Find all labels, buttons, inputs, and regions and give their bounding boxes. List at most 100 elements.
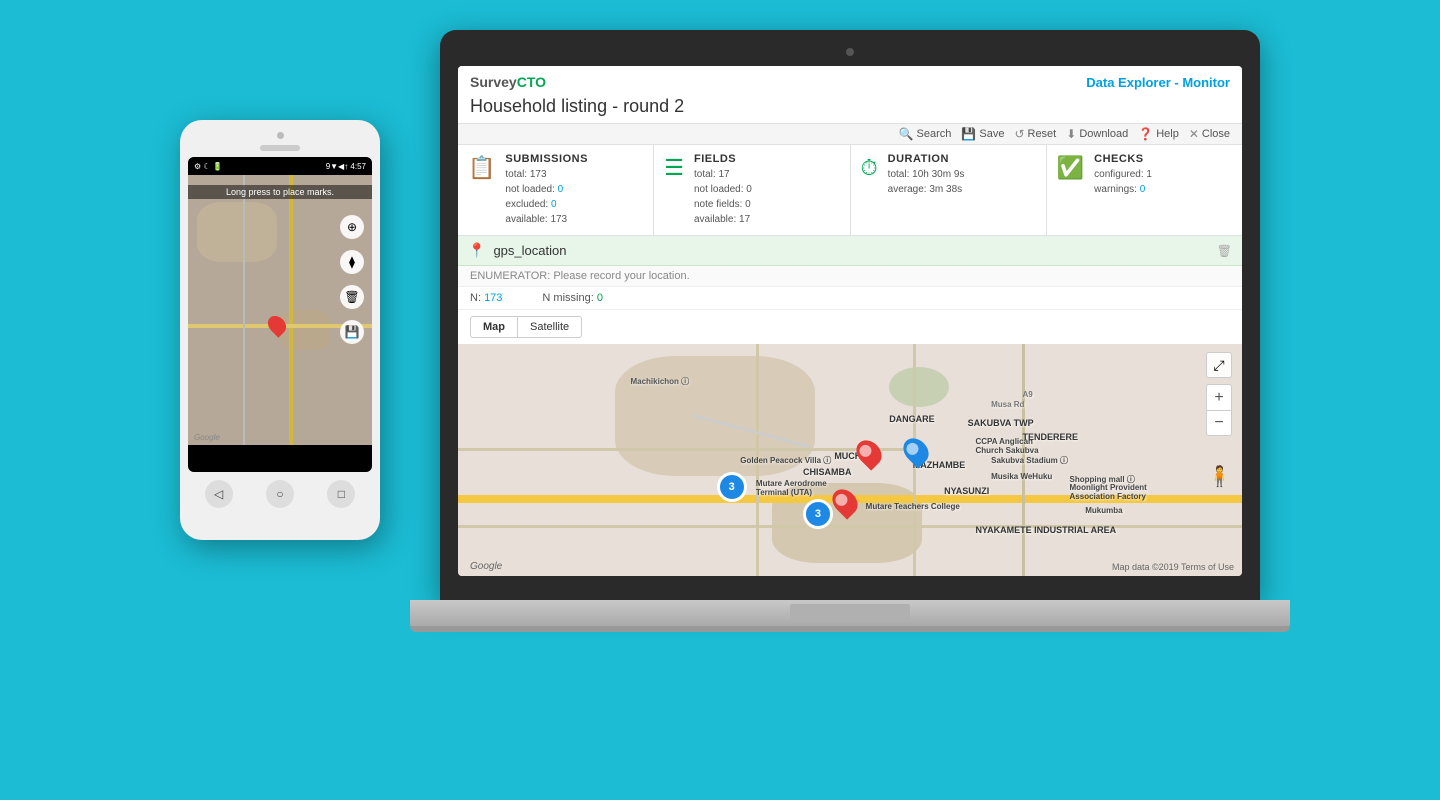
label-ccpa: CCPA AnglicanChurch Sakubva [975,437,1038,455]
stats-row: 📋 SUBMISSIONS total: 173 not loaded: 0 e… [458,145,1242,236]
checks-configured: configured: 1 [1094,167,1232,182]
field-bar: 📍 gps_location 🗑 [458,236,1242,266]
field-n: N: 173 [470,292,502,304]
help-button[interactable]: ❓ Help [1138,127,1179,141]
submissions-stat: 📋 SUBMISSIONS total: 173 not loaded: 0 e… [458,145,654,235]
laptop-screen: SurveyCTO Data Explorer - Monitor Househ… [458,66,1242,576]
save-button[interactable]: 💾 Save [961,127,1004,141]
label-musa: Musa Rd [991,400,1024,409]
phone-body: ⚙ ☾ 🔋 9▼◀↑ 4:57 Long press to place mark… [180,120,380,540]
checks-warnings: warnings: 0 [1094,182,1232,197]
phone-overlay-text: Long press to place marks. [188,185,372,199]
phone-location-btn[interactable]: ⊕ [340,215,364,239]
phone-road-v [243,175,245,445]
fields-available: available: 17 [694,212,840,227]
label-chisamba: CHISAMBA [803,467,852,477]
street-view-button[interactable]: 🧍 [1207,464,1232,489]
phone-status-bar: ⚙ ☾ 🔋 9▼◀↑ 4:57 [188,157,372,175]
logo-cto: CTO [517,74,546,90]
map-expand-button[interactable]: ⤢ [1206,352,1232,378]
phone-speaker [260,145,300,151]
field-name: gps_location [493,243,1208,258]
close-button[interactable]: ✕ Close [1189,127,1230,141]
road-h3 [458,525,1242,528]
checks-icon: ✅ [1057,155,1084,181]
fields-total: total: 17 [694,167,840,182]
reset-button[interactable]: ↺ Reset [1014,127,1056,141]
duration-content: DURATION total: 10h 30m 9s average: 3m 3… [888,153,1036,197]
field-location-icon: 📍 [468,242,485,259]
label-mukumba: Mukumba [1085,506,1122,515]
reset-icon: ↺ [1014,127,1024,141]
submissions-icon: 📋 [468,155,495,181]
checks-stat: ✅ CHECKS configured: 1 warnings: 0 [1047,145,1242,235]
duration-icon: ⏱ [861,155,878,181]
zoom-in-button[interactable]: + [1206,384,1232,410]
laptop-foot [410,626,1290,632]
map-zoom-controls: + − [1206,384,1232,436]
app-header: SurveyCTO Data Explorer - Monitor [458,66,1242,94]
cluster-1[interactable]: 3 [717,472,747,502]
phone-save-btn[interactable]: 💾 [340,320,364,344]
save-icon: 💾 [961,127,976,141]
toolbar: 🔍 Search 💾 Save ↺ Reset ⬇ Download [458,123,1242,145]
duration-average: average: 3m 38s [888,182,1036,197]
phone-screen: ⚙ ☾ 🔋 9▼◀↑ 4:57 Long press to place mark… [188,157,372,472]
fields-icon: ☰ [664,155,684,181]
phone-google-watermark: Google [194,433,220,442]
app-title: Data Explorer - Monitor [1086,75,1230,90]
field-description: ENUMERATOR: Please record your location. [458,266,1242,287]
laptop-camera [846,48,854,56]
map-controls: Map Satellite [458,310,1242,344]
help-icon: ❓ [1138,127,1153,141]
duration-total: total: 10h 30m 9s [888,167,1036,182]
pin-red-1[interactable] [851,435,886,470]
label-stadium: Sakubva Stadium ⓘ [991,455,1068,466]
app-container: SurveyCTO Data Explorer - Monitor Househ… [458,66,1242,576]
search-icon: 🔍 [899,127,914,141]
submissions-available: available: 173 [505,212,643,227]
phone-camera [277,132,284,139]
satellite-button[interactable]: Satellite [518,316,582,338]
phone-map: Long press to place marks. ⊕ ⧫ 🗑 💾 Googl… [188,175,372,445]
fields-not-loaded: not loaded: 0 [694,182,840,197]
submissions-not-loaded: not loaded: 0 [505,182,643,197]
pin-blue-1[interactable] [898,433,933,468]
phone-delete-btn[interactable]: 🗑 [340,285,364,309]
phone-recents-button[interactable]: □ [327,480,355,508]
download-button[interactable]: ⬇ Download [1066,127,1128,141]
fields-content: FIELDS total: 17 not loaded: 0 note fiel… [694,153,840,227]
submissions-label: SUBMISSIONS [505,153,643,165]
close-icon: ✕ [1189,127,1199,141]
fields-stat: ☰ FIELDS total: 17 not loaded: 0 note fi… [654,145,850,235]
app-logo: SurveyCTO [470,74,546,90]
fields-label: FIELDS [694,153,840,165]
laptop: SurveyCTO Data Explorer - Monitor Househ… [440,30,1290,710]
duration-stat: ⏱ DURATION total: 10h 30m 9s average: 3m… [851,145,1047,235]
terrain-1 [615,356,815,476]
phone-terrain-2 [280,310,330,350]
fields-note: note fields: 0 [694,197,840,212]
phone: ⚙ ☾ 🔋 9▼◀↑ 4:57 Long press to place mark… [180,120,380,540]
laptop-base [410,600,1290,628]
map-copyright: Map data ©2019 Terms of Use [1112,562,1234,572]
phone-back-button[interactable]: ◁ [205,480,233,508]
laptop-screen-outer: SurveyCTO Data Explorer - Monitor Househ… [440,30,1260,600]
submissions-content: SUBMISSIONS total: 173 not loaded: 0 exc… [505,153,643,227]
road-v3 [1022,344,1025,576]
phone-home-button[interactable]: ○ [266,480,294,508]
field-delete-icon[interactable]: 🗑 [1217,244,1232,258]
field-n-missing: N missing: 0 [542,292,603,304]
field-stats: N: 173 N missing: 0 [458,287,1242,310]
road-v1 [756,344,759,576]
duration-label: DURATION [888,153,1036,165]
terrain-2 [889,367,949,407]
zoom-out-button[interactable]: − [1206,410,1232,436]
phone-nav-bar: ◁ ○ □ [188,480,372,508]
search-button[interactable]: 🔍 Search [899,127,952,141]
google-watermark: Google [470,561,502,572]
checks-content: CHECKS configured: 1 warnings: 0 [1094,153,1232,197]
phone-layers-btn[interactable]: ⧫ [340,250,364,274]
submissions-total: total: 173 [505,167,643,182]
map-button[interactable]: Map [470,316,518,338]
